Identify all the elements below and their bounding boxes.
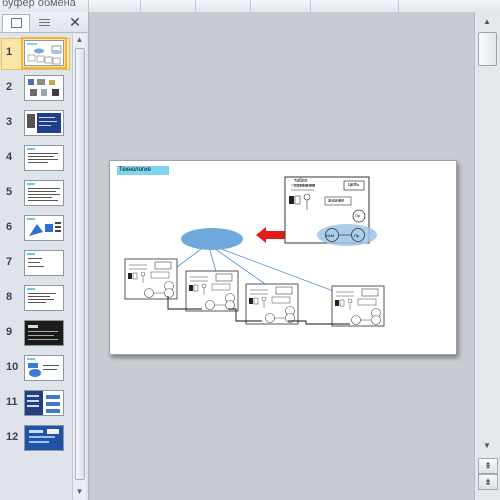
scroll-up-button[interactable]: ▲: [479, 16, 495, 28]
slides-pane: ✕ 1 2 3 4 5 6 7 8 9 10 11 12 ▲ ▼: [0, 12, 89, 500]
slide-number: 11: [6, 396, 18, 408]
slide-thumbnail[interactable]: [24, 145, 64, 171]
tablo-label: табло сознания: [294, 178, 316, 189]
pane-tabs: ✕: [0, 12, 88, 33]
knowledge-label: знание: [328, 198, 345, 204]
slide-thumbnail-item[interactable]: 1: [0, 37, 74, 74]
main-vertical-scrollbar[interactable]: ▲ ▼ ⇞ ⇟: [474, 12, 500, 500]
slide-number: 8: [6, 291, 13, 303]
slide-editing-area[interactable]: Технология табло сознания цель знание Ор…: [89, 12, 474, 500]
slide-number: 3: [6, 116, 13, 128]
slide-thumbnail-item[interactable]: 3: [0, 110, 74, 144]
ribbon-separator: [398, 0, 399, 12]
slides-tab-icon: [10, 18, 22, 28]
op-label: Ор: [355, 213, 361, 218]
ribbon-separator: [195, 0, 196, 12]
slide-thumbnail-item[interactable]: 11: [0, 390, 74, 424]
tablo-card-small-2: [185, 270, 239, 312]
slide-number: 2: [6, 81, 13, 93]
ellipse-left: [181, 228, 243, 250]
clipboard-group-label: буфер обмена: [2, 0, 76, 9]
slide-number: 10: [6, 361, 19, 373]
slide-thumbnail[interactable]: [21, 37, 67, 69]
slide-diagram: [124, 176, 385, 327]
outline-tab-icon: [38, 18, 50, 28]
slide-number: 1: [6, 46, 13, 58]
slide-number: 5: [6, 186, 13, 198]
slide-thumbnail[interactable]: [24, 390, 64, 416]
previous-slide-button[interactable]: ⇞: [478, 458, 498, 474]
slides-tab[interactable]: [2, 14, 30, 32]
current-slide[interactable]: Технология табло сознания цель знание Ор…: [109, 160, 457, 355]
slide-thumbnail[interactable]: [24, 320, 64, 346]
slide-thumbnail[interactable]: [24, 180, 64, 206]
slide-number: 9: [6, 326, 13, 338]
slide-thumbnail[interactable]: [24, 110, 64, 136]
slide-number: 12: [6, 431, 19, 443]
outline-tab[interactable]: [30, 14, 58, 32]
slide-thumbnail-item[interactable]: 8: [0, 285, 74, 319]
slide-thumbnail-item[interactable]: 10: [0, 355, 74, 389]
slide-thumbnail-item[interactable]: 9: [0, 320, 74, 354]
slide-thumbnail-item[interactable]: 2: [0, 75, 74, 109]
slide-number: 7: [6, 256, 13, 268]
slide-thumbnail-item[interactable]: 12: [0, 425, 74, 459]
slide-thumbnail[interactable]: [24, 250, 64, 276]
pane-scroll-down-button[interactable]: ▼: [73, 486, 86, 498]
slide-number: 6: [6, 221, 13, 233]
ribbon-separator: [88, 0, 89, 12]
pane-scroll-thumb[interactable]: [75, 48, 85, 480]
slide-thumbnail-item[interactable]: 4: [0, 145, 74, 179]
ribbon-separator: [140, 0, 141, 12]
slide-thumbnail[interactable]: [24, 285, 64, 311]
pane-scroll-up-button[interactable]: ▲: [73, 34, 86, 46]
next-slide-button[interactable]: ⇟: [478, 474, 498, 490]
ribbon-separator: [250, 0, 251, 12]
tablo-card-small-3: [245, 283, 299, 325]
scroll-thumb[interactable]: [478, 32, 497, 66]
slide-thumbnail-item[interactable]: 6: [0, 215, 74, 249]
goal-label: цель: [348, 182, 359, 188]
slide-number: 4: [6, 151, 13, 163]
slide-thumbnail-item[interactable]: 7: [0, 250, 74, 284]
slide-thumbnail[interactable]: [24, 355, 64, 381]
close-pane-button[interactable]: ✕: [68, 15, 82, 29]
pane-scrollbar[interactable]: ▲ ▼: [72, 34, 86, 500]
slide-thumbnail[interactable]: [24, 425, 64, 451]
slide-thumbnail[interactable]: [24, 75, 64, 101]
tablo-card-small-1: [124, 258, 178, 300]
tablo-card-small-4: [331, 285, 385, 327]
scroll-down-button[interactable]: ▼: [479, 440, 495, 452]
ribbon-separator: [310, 0, 311, 12]
slide-thumbnail-list: 1 2 3 4 5 6 7 8 9 10 11 12: [0, 34, 74, 500]
im-label: ИсМ: [326, 233, 335, 238]
slide-thumbnail[interactable]: [24, 215, 64, 241]
pr-label: Пр: [354, 233, 360, 238]
slide-thumbnail-item[interactable]: 5: [0, 180, 74, 214]
